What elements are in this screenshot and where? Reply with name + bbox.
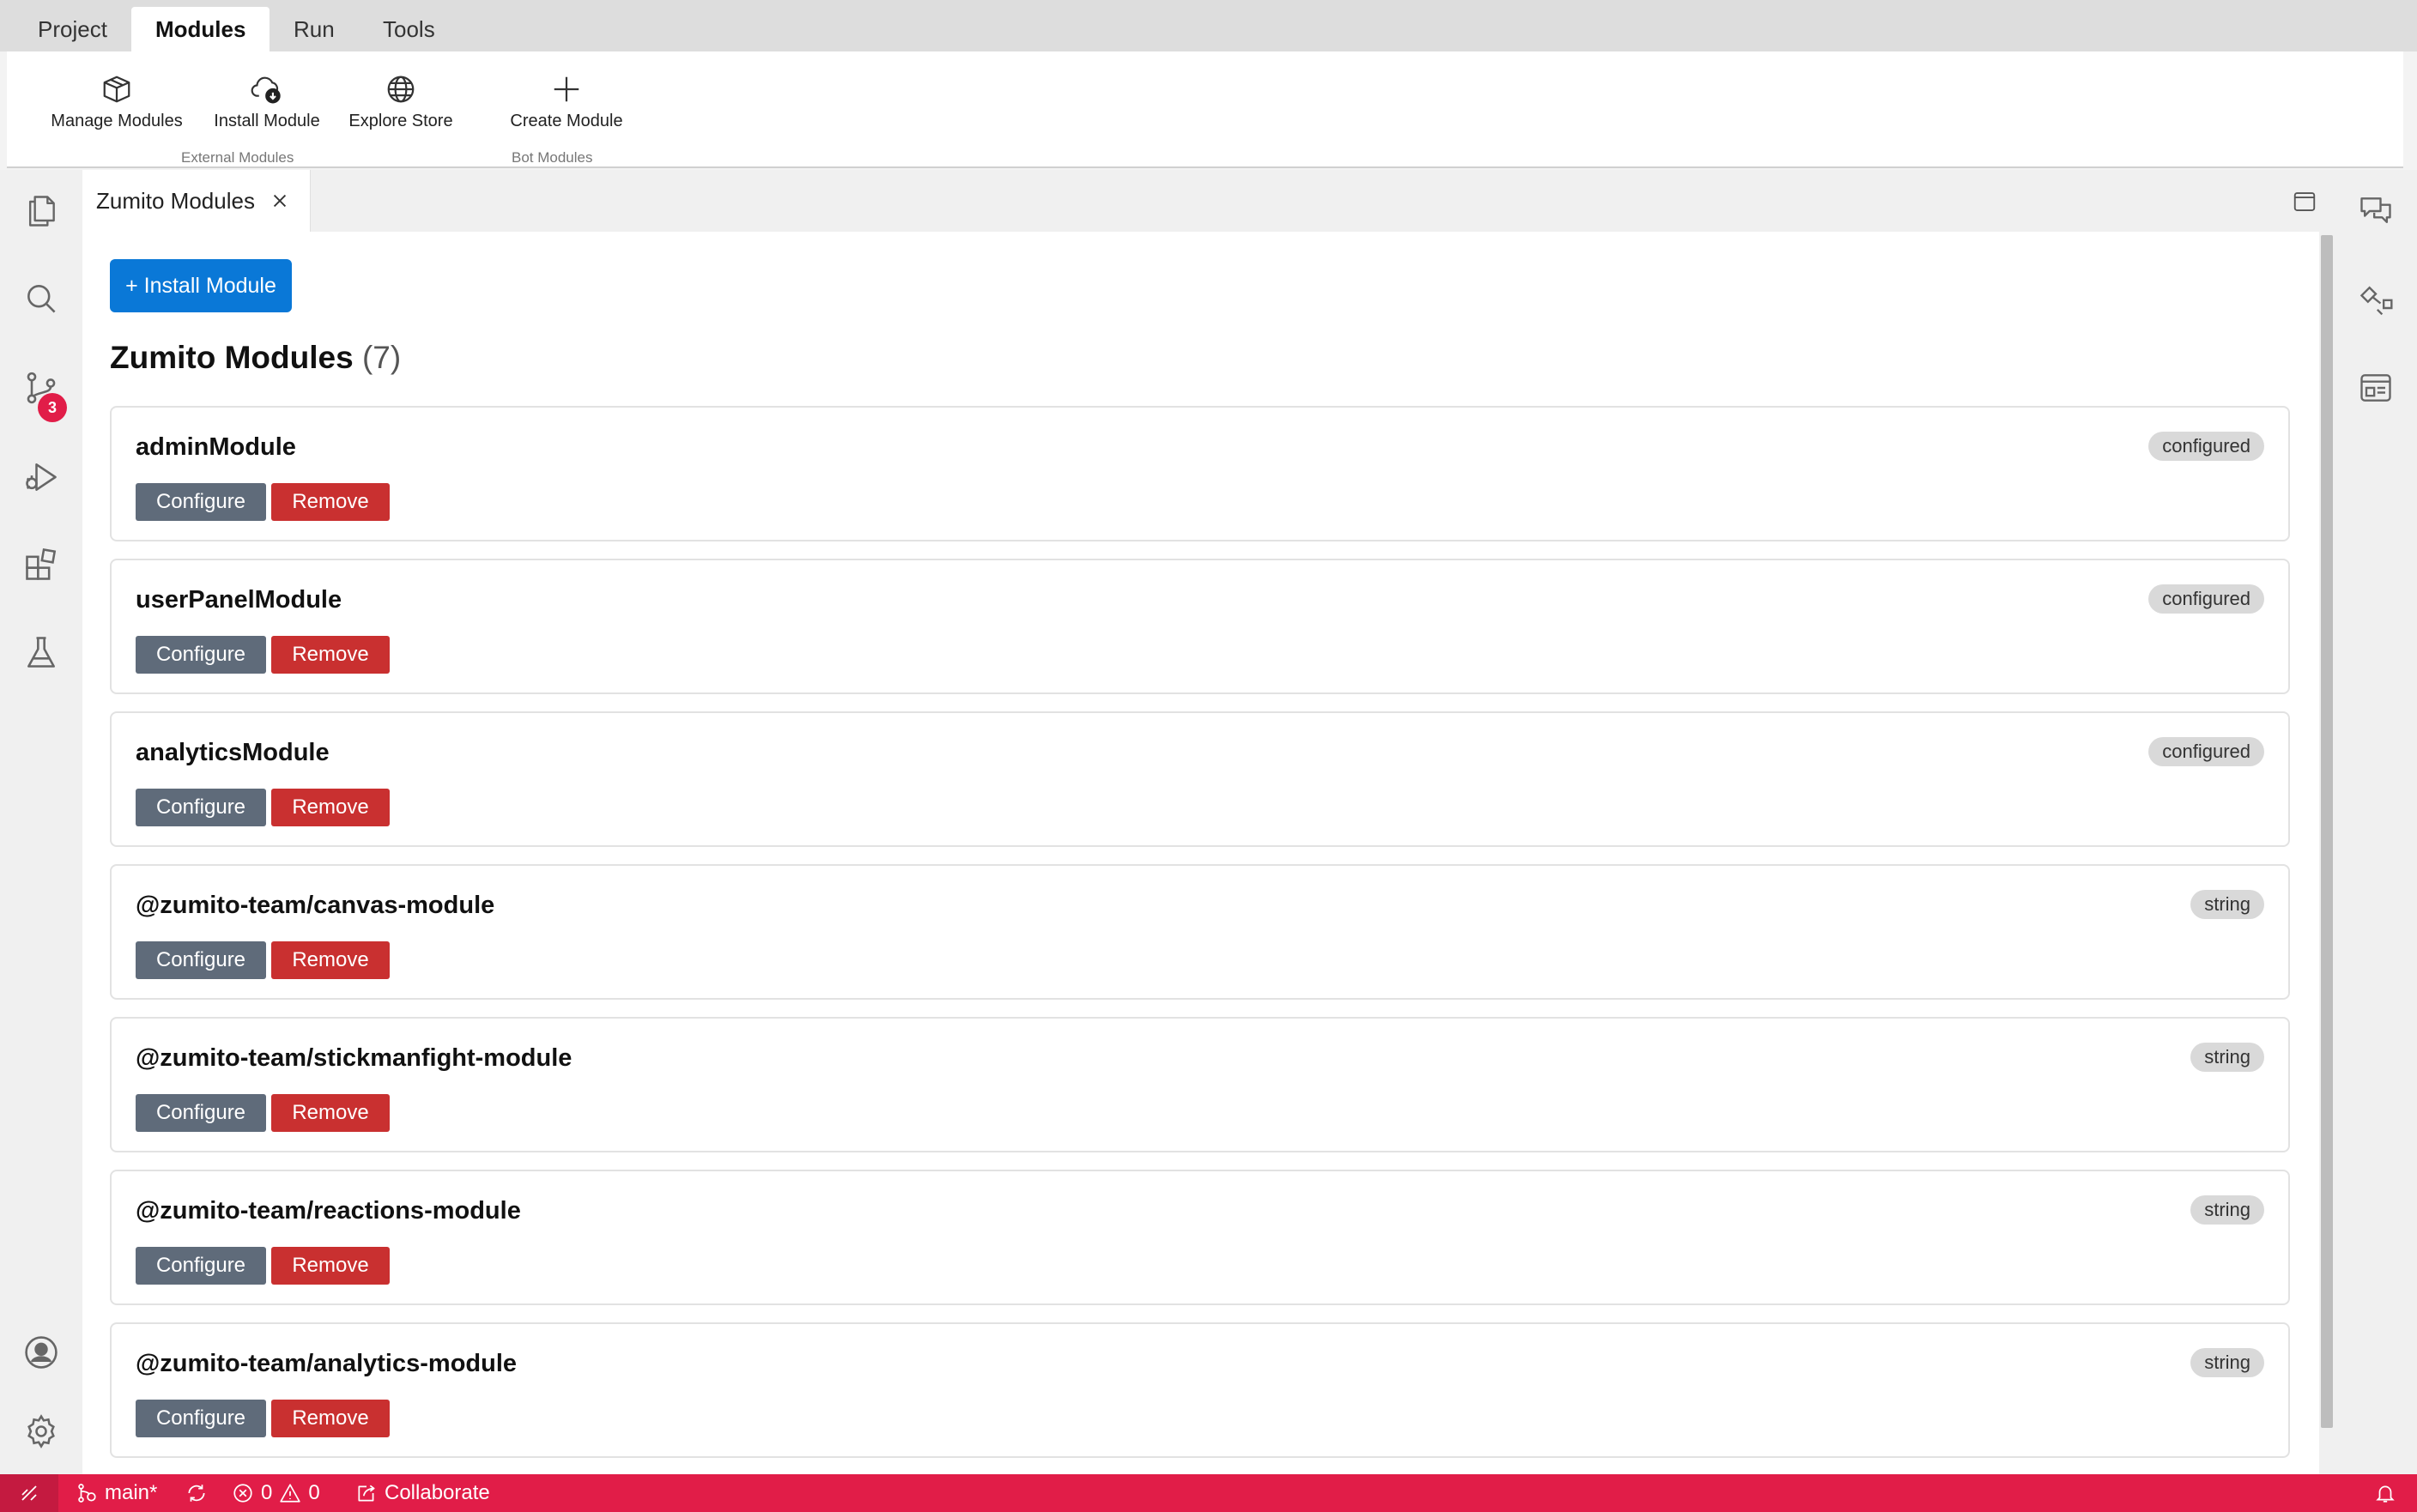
- account-icon[interactable]: [21, 1332, 62, 1373]
- module-card: @zumito-team/stickmanfight-module string…: [110, 1017, 2290, 1152]
- status-badge: configured: [2148, 737, 2264, 766]
- install-module-label: Install Module: [214, 112, 320, 130]
- configure-button[interactable]: Configure: [136, 1247, 266, 1285]
- configure-button[interactable]: Configure: [136, 1400, 266, 1437]
- menu-bar: Project Modules Run Tools: [0, 0, 2417, 51]
- problems-indicator[interactable]: 0 0: [232, 1474, 320, 1512]
- flow-icon[interactable]: [2355, 278, 2396, 319]
- plus-icon: [496, 72, 637, 106]
- status-badge: configured: [2148, 432, 2264, 461]
- menu-tab-project[interactable]: Project: [14, 7, 131, 51]
- module-name: @zumito-team/analytics-module: [136, 1350, 518, 1377]
- share-icon: [358, 1485, 375, 1502]
- remove-button[interactable]: Remove: [271, 1400, 390, 1437]
- collaborate-button[interactable]: Collaborate: [355, 1474, 490, 1512]
- warning-count: 0: [308, 1481, 320, 1504]
- remove-button[interactable]: Remove: [271, 1247, 390, 1285]
- create-module-label: Create Module: [510, 112, 623, 130]
- configure-button[interactable]: Configure: [136, 789, 266, 826]
- module-count: (7): [361, 340, 402, 375]
- branch-indicator[interactable]: main*: [76, 1474, 157, 1512]
- create-module-button[interactable]: Create Module: [496, 72, 637, 131]
- chat-icon[interactable]: [2355, 191, 2396, 232]
- module-card: @zumito-team/analytics-module string Con…: [110, 1322, 2290, 1458]
- run-debug-icon[interactable]: [21, 457, 62, 498]
- editor-tab-title: Zumito Modules: [96, 187, 255, 214]
- modules-panel: + Install Module Zumito Modules (7) admi…: [82, 232, 2335, 1474]
- configure-button[interactable]: Configure: [136, 941, 266, 979]
- module-card: analyticsModule configured Configure Rem…: [110, 711, 2290, 847]
- configure-button[interactable]: Configure: [136, 483, 266, 521]
- status-badge: string: [2190, 890, 2264, 919]
- module-name: @zumito-team/reactions-module: [136, 1197, 521, 1225]
- source-control-badge: 3: [38, 393, 67, 422]
- error-count: 0: [261, 1481, 273, 1504]
- error-icon: [233, 1484, 252, 1503]
- editor-tab-zumito-modules[interactable]: Zumito Modules: [82, 170, 311, 232]
- split-layout-icon[interactable]: [2292, 189, 2317, 219]
- search-icon[interactable]: [21, 278, 62, 319]
- globe-icon: [338, 72, 463, 106]
- remove-button[interactable]: Remove: [271, 483, 390, 521]
- group-label-external: External Modules: [181, 149, 294, 166]
- status-badge: string: [2190, 1043, 2264, 1072]
- module-name: adminModule: [136, 433, 296, 461]
- status-badge: string: [2190, 1348, 2264, 1377]
- settings-icon[interactable]: [21, 1411, 62, 1452]
- manage-modules-button[interactable]: Manage Modules: [41, 72, 192, 131]
- module-name: userPanelModule: [136, 586, 342, 614]
- testing-icon[interactable]: [21, 632, 62, 673]
- module-name: @zumito-team/canvas-module: [136, 892, 495, 919]
- status-badge: string: [2190, 1195, 2264, 1225]
- ribbon-toolbar: Manage Modules Install Module Explore St…: [7, 51, 2403, 168]
- remove-button[interactable]: Remove: [271, 636, 390, 674]
- remote-icon[interactable]: [0, 1474, 58, 1512]
- page-title-text: Zumito Modules: [110, 340, 354, 375]
- status-badge: configured: [2148, 584, 2264, 614]
- vertical-scrollbar[interactable]: [2319, 232, 2335, 1474]
- manage-modules-label: Manage Modules: [51, 112, 183, 130]
- activity-bar-right: [2335, 170, 2417, 1474]
- branch-icon: [78, 1484, 96, 1503]
- package-icon: [41, 72, 192, 106]
- close-icon[interactable]: [270, 191, 289, 210]
- menu-tab-tools[interactable]: Tools: [359, 7, 459, 51]
- module-card: adminModule configured Configure Remove: [110, 406, 2290, 541]
- module-name: analyticsModule: [136, 739, 330, 766]
- bell-icon[interactable]: [2374, 1474, 2396, 1512]
- scrollbar-thumb[interactable]: [2321, 235, 2333, 1428]
- explore-store-button[interactable]: Explore Store: [338, 72, 463, 131]
- explore-store-label: Explore Store: [348, 112, 453, 130]
- module-card: userPanelModule configured Configure Rem…: [110, 559, 2290, 694]
- module-card: @zumito-team/reactions-module string Con…: [110, 1170, 2290, 1305]
- install-module-button[interactable]: Install Module: [196, 72, 338, 131]
- module-card: @zumito-team/canvas-module string Config…: [110, 864, 2290, 1000]
- activity-bar-left: 3: [0, 170, 82, 1474]
- remove-button[interactable]: Remove: [271, 941, 390, 979]
- warning-icon: [280, 1484, 301, 1503]
- remove-button[interactable]: Remove: [271, 1094, 390, 1132]
- install-module-primary-button[interactable]: + Install Module: [110, 259, 292, 312]
- configure-button[interactable]: Configure: [136, 636, 266, 674]
- branch-name: main*: [105, 1481, 158, 1504]
- page-title: Zumito Modules (7): [110, 340, 401, 376]
- panel-icon[interactable]: [2355, 367, 2396, 408]
- status-bar: main* 0 0 Collaborate: [0, 1474, 2417, 1512]
- remove-button[interactable]: Remove: [271, 789, 390, 826]
- collaborate-label: Collaborate: [385, 1481, 490, 1504]
- menu-tab-run[interactable]: Run: [270, 7, 359, 51]
- extensions-icon[interactable]: [21, 544, 62, 585]
- editor-tabstrip: Zumito Modules: [82, 170, 2335, 232]
- group-label-bot: Bot Modules: [512, 149, 593, 166]
- menu-tab-modules[interactable]: Modules: [131, 7, 270, 51]
- sync-icon[interactable]: [185, 1474, 208, 1512]
- cloud-download-icon: [196, 72, 338, 106]
- module-name: @zumito-team/stickmanfight-module: [136, 1044, 572, 1072]
- configure-button[interactable]: Configure: [136, 1094, 266, 1132]
- files-icon[interactable]: [21, 191, 62, 232]
